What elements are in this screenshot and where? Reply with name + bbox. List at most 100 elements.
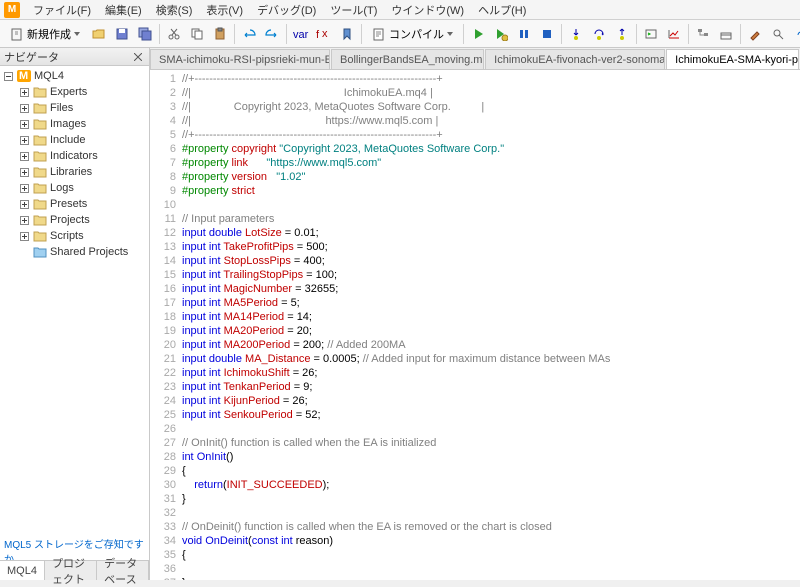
folder-icon xyxy=(32,229,48,243)
save-button[interactable] xyxy=(111,23,133,45)
expand-icon[interactable] xyxy=(18,102,30,114)
compile-button[interactable]: コンパイル xyxy=(365,23,460,45)
menu-view[interactable]: 表示(V) xyxy=(199,0,250,20)
expand-icon[interactable] xyxy=(18,198,30,210)
redo-button[interactable] xyxy=(261,23,283,45)
file-tab[interactable]: BollingerBandsEA_moving.mq4 xyxy=(331,49,484,69)
tree-folder-include[interactable]: Include xyxy=(0,132,149,148)
menu-edit[interactable]: 編集(E) xyxy=(98,0,149,20)
tree-folder-libraries[interactable]: Libraries xyxy=(0,164,149,180)
var-button[interactable]: var xyxy=(290,23,312,45)
compile-label: コンパイル xyxy=(389,26,444,42)
file-tab-active[interactable]: IchimokuEA-SMA-kyori-pip xyxy=(666,49,799,69)
brush-icon xyxy=(748,27,762,41)
svg-text:var: var xyxy=(293,29,309,40)
dropdown-icon xyxy=(74,32,80,36)
save-all-icon xyxy=(138,27,152,41)
styler-button[interactable] xyxy=(744,23,766,45)
folder-icon xyxy=(32,245,48,259)
navigator-panel: ナビゲータ M MQL4 Experts FilesImages Include In… xyxy=(0,48,150,580)
tree-item-label: Projects xyxy=(50,214,90,226)
navigator-header: ナビゲータ xyxy=(0,48,149,66)
expand-icon[interactable] xyxy=(18,182,30,194)
folder-icon xyxy=(32,181,48,195)
expand-icon[interactable] xyxy=(18,118,30,130)
tree-root-label: MQL4 xyxy=(34,70,64,82)
expand-icon[interactable] xyxy=(18,134,30,146)
menu-search[interactable]: 検索(S) xyxy=(149,0,200,20)
tree-folder-indicators[interactable]: Indicators xyxy=(0,148,149,164)
tree-folder-files[interactable]: Files xyxy=(0,100,149,116)
expand-icon[interactable] xyxy=(18,214,30,226)
window-icon xyxy=(719,27,733,41)
stop-button[interactable] xyxy=(536,23,558,45)
tree-root-mql4[interactable]: M MQL4 xyxy=(0,68,149,84)
nav-tab-project[interactable]: プロジェクト xyxy=(45,561,97,580)
tree-item-label: Experts xyxy=(50,86,87,98)
new-label: 新規作成 xyxy=(27,26,71,42)
start-real-button[interactable] xyxy=(490,23,512,45)
tree-folder-images[interactable]: Images xyxy=(0,116,149,132)
terminal-button[interactable] xyxy=(640,23,662,45)
navigator-title: ナビゲータ xyxy=(4,49,59,65)
svg-text:f: f xyxy=(316,29,320,40)
tree-folder-logs[interactable]: Logs xyxy=(0,180,149,196)
toolbox-button[interactable] xyxy=(715,23,737,45)
tree-item-label: Scripts xyxy=(50,230,84,242)
tree-item-label: Include xyxy=(50,134,85,146)
navigator-close-button[interactable] xyxy=(131,50,145,64)
link-icon xyxy=(794,27,800,41)
scissors-icon xyxy=(167,27,181,41)
new-button[interactable]: 新規作成 xyxy=(3,23,87,45)
undo-button[interactable] xyxy=(238,23,260,45)
link-button[interactable] xyxy=(790,23,800,45)
dropdown-icon xyxy=(447,32,453,36)
tree-folder-scripts[interactable]: Scripts xyxy=(0,228,149,244)
paste-button[interactable] xyxy=(209,23,231,45)
step-into-icon xyxy=(569,27,583,41)
menu-help[interactable]: ヘルプ(H) xyxy=(471,0,533,20)
tree-folder-presets[interactable]: Presets xyxy=(0,196,149,212)
close-icon xyxy=(134,53,142,61)
start-button[interactable] xyxy=(467,23,489,45)
file-tab[interactable]: SMA-ichimoku-RSI-pipsrieki-mun-EA.mq4 xyxy=(150,49,330,69)
step-into-button[interactable] xyxy=(565,23,587,45)
expand-icon[interactable] xyxy=(18,246,30,258)
pause-button[interactable] xyxy=(513,23,535,45)
open-button[interactable] xyxy=(88,23,110,45)
play-coin-icon xyxy=(494,27,508,41)
step-out-button[interactable] xyxy=(611,23,633,45)
menu-file[interactable]: ファイル(F) xyxy=(26,0,98,20)
collapse-icon[interactable] xyxy=(2,70,14,82)
expand-icon[interactable] xyxy=(18,230,30,242)
navigator-button[interactable] xyxy=(692,23,714,45)
undo-icon xyxy=(242,27,256,41)
nav-tab-database[interactable]: データベース xyxy=(97,561,149,580)
folder-icon xyxy=(32,101,48,115)
file-tabs: SMA-ichimoku-RSI-pipsrieki-mun-EA.mq4 Bo… xyxy=(150,48,800,70)
folder-icon xyxy=(32,85,48,99)
bookmark-button[interactable] xyxy=(336,23,358,45)
navigator-tabs: MQL4 プロジェクト データベース xyxy=(0,560,149,580)
folder-icon xyxy=(32,133,48,147)
nav-tab-mql4[interactable]: MQL4 xyxy=(0,561,45,580)
code-editor[interactable]: 1//+------------------------------------… xyxy=(150,70,800,580)
menu-tools[interactable]: ツール(T) xyxy=(323,0,384,20)
menu-debug[interactable]: デバッグ(D) xyxy=(250,0,323,20)
save-all-button[interactable] xyxy=(134,23,156,45)
step-over-button[interactable] xyxy=(588,23,610,45)
expand-icon[interactable] xyxy=(18,166,30,178)
file-tab[interactable]: IchimokuEA-fivonach-ver2-sonomama-EA.mq4 xyxy=(485,49,665,69)
tree-folder-experts[interactable]: Experts xyxy=(0,84,149,100)
chart-button[interactable] xyxy=(663,23,685,45)
tree-folder-shared-projects[interactable]: Shared Projects xyxy=(0,244,149,260)
menu-window[interactable]: ウインドウ(W) xyxy=(384,0,471,20)
tree-folder-projects[interactable]: Projects xyxy=(0,212,149,228)
cut-button[interactable] xyxy=(163,23,185,45)
expand-icon[interactable] xyxy=(18,150,30,162)
expand-icon[interactable] xyxy=(18,86,30,98)
find-button[interactable] xyxy=(767,23,789,45)
step-out-icon xyxy=(615,27,629,41)
copy-button[interactable] xyxy=(186,23,208,45)
func-button[interactable]: fx xyxy=(313,23,335,45)
